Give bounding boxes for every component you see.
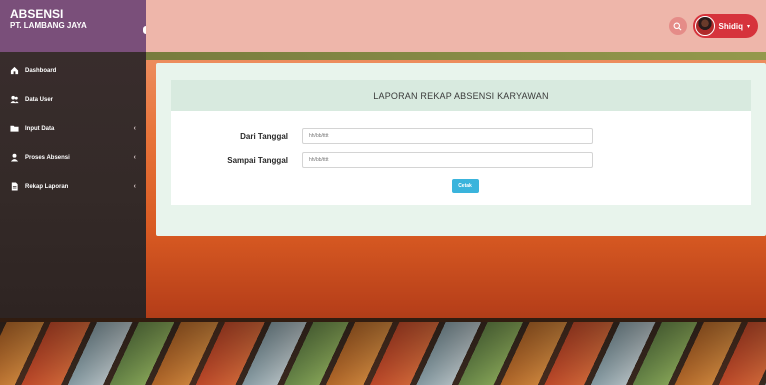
user-menu-button[interactable]: Shidiq ▾ bbox=[692, 14, 758, 38]
sidebar-item-proses-absensi[interactable]: Proses Absensi ‹ bbox=[0, 143, 146, 172]
chevron-left-icon: ‹ bbox=[133, 154, 136, 161]
users-icon bbox=[10, 95, 19, 104]
search-icon bbox=[673, 22, 682, 30]
avatar bbox=[694, 16, 715, 36]
sidebar-menu: Dashboard Data User Input Data ‹ Proses … bbox=[0, 52, 146, 201]
document-icon bbox=[10, 182, 19, 191]
sidebar-item-label: Input Data bbox=[25, 125, 55, 132]
search-button[interactable] bbox=[668, 17, 687, 35]
chevron-left-icon: ‹ bbox=[133, 125, 136, 132]
to-date-input[interactable] bbox=[302, 152, 593, 168]
dashboard-icon bbox=[10, 66, 19, 75]
form-row-from: Dari Tanggal bbox=[171, 125, 751, 147]
sidebar-item-label: Data User bbox=[25, 96, 54, 103]
sidebar-item-dashboard[interactable]: Dashboard bbox=[0, 56, 146, 85]
report-form: Dari Tanggal Sampai Tanggal Cetak bbox=[171, 111, 751, 205]
from-date-input[interactable] bbox=[302, 128, 593, 144]
form-row-to: Sampai Tanggal bbox=[171, 149, 751, 171]
folder-icon bbox=[10, 124, 19, 133]
print-button[interactable]: Cetak bbox=[451, 179, 479, 193]
user-name: Shidiq bbox=[718, 21, 743, 31]
sidebar-item-label: Rekap Laporan bbox=[25, 183, 69, 190]
sidebar-item-label: Dashboard bbox=[25, 67, 57, 74]
sidebar-item-rekap-laporan[interactable]: Rekap Laporan ‹ bbox=[0, 172, 146, 201]
report-card: LAPORAN REKAP ABSENSI KARYAWAN Dari Tang… bbox=[156, 63, 766, 236]
sidebar-item-data-user[interactable]: Data User bbox=[0, 85, 146, 114]
brand-title: ABSENSI bbox=[10, 7, 64, 21]
chevron-down-icon: ▾ bbox=[746, 23, 750, 30]
floor-shade bbox=[0, 318, 766, 385]
header-band bbox=[146, 52, 766, 60]
brand-subtitle: PT. LAMBANG JAYA bbox=[10, 21, 87, 30]
chevron-left-icon: ‹ bbox=[133, 183, 136, 190]
sidebar-item-input-data[interactable]: Input Data ‹ bbox=[0, 114, 146, 143]
to-date-label: Sampai Tanggal bbox=[227, 155, 288, 165]
form-actions: Cetak bbox=[171, 179, 751, 193]
topbar: Shidiq ▾ bbox=[146, 0, 766, 52]
user-icon bbox=[10, 153, 19, 162]
card-title: LAPORAN REKAP ABSENSI KARYAWAN bbox=[171, 80, 751, 111]
from-date-label: Dari Tanggal bbox=[240, 131, 288, 141]
sidebar: ABSENSI PT. LAMBANG JAYA Dashboard Data … bbox=[0, 0, 151, 318]
sidebar-item-label: Proses Absensi bbox=[25, 154, 70, 161]
brand: ABSENSI PT. LAMBANG JAYA bbox=[0, 0, 151, 52]
